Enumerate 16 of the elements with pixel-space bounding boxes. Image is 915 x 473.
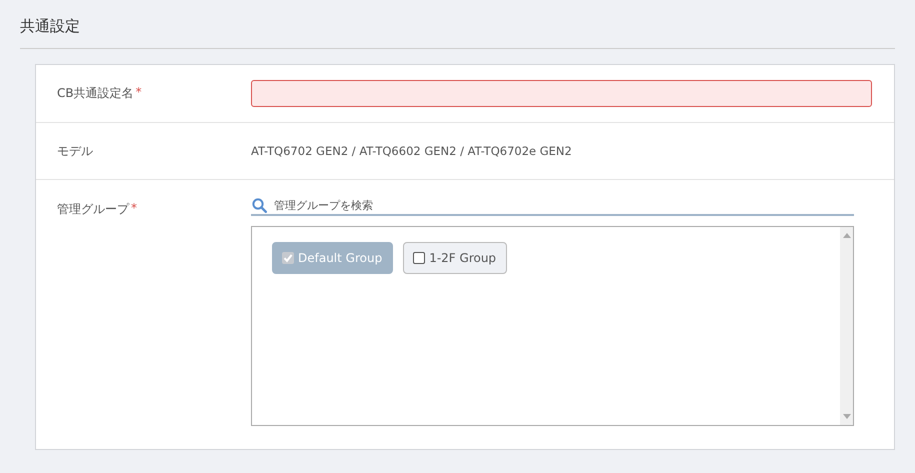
required-mark: * — [136, 85, 142, 99]
required-mark: * — [131, 201, 137, 215]
text-input-field[interactable] — [251, 80, 872, 107]
scroll-up-icon[interactable] — [842, 233, 850, 238]
model-value: AT-TQ6702 GEN2 / AT-TQ6602 GEN2 / AT-TQ6702e GEN2 — [251, 144, 573, 158]
checkbox-icon — [413, 252, 426, 264]
field-label: CB共通設定名 — [57, 85, 134, 102]
field-label: モデル — [57, 142, 93, 160]
page-title: 共通設定 — [20, 0, 895, 49]
scrollbar[interactable] — [840, 227, 853, 425]
search-field[interactable]: 管理グループを検索 — [251, 198, 854, 216]
field-label: 管理グループ — [57, 201, 129, 218]
scroll-down-icon[interactable] — [842, 414, 850, 419]
group-chip[interactable]: 1-2F Group — [403, 242, 508, 274]
checkbox-icon — [282, 252, 294, 264]
search-icon — [252, 198, 267, 213]
